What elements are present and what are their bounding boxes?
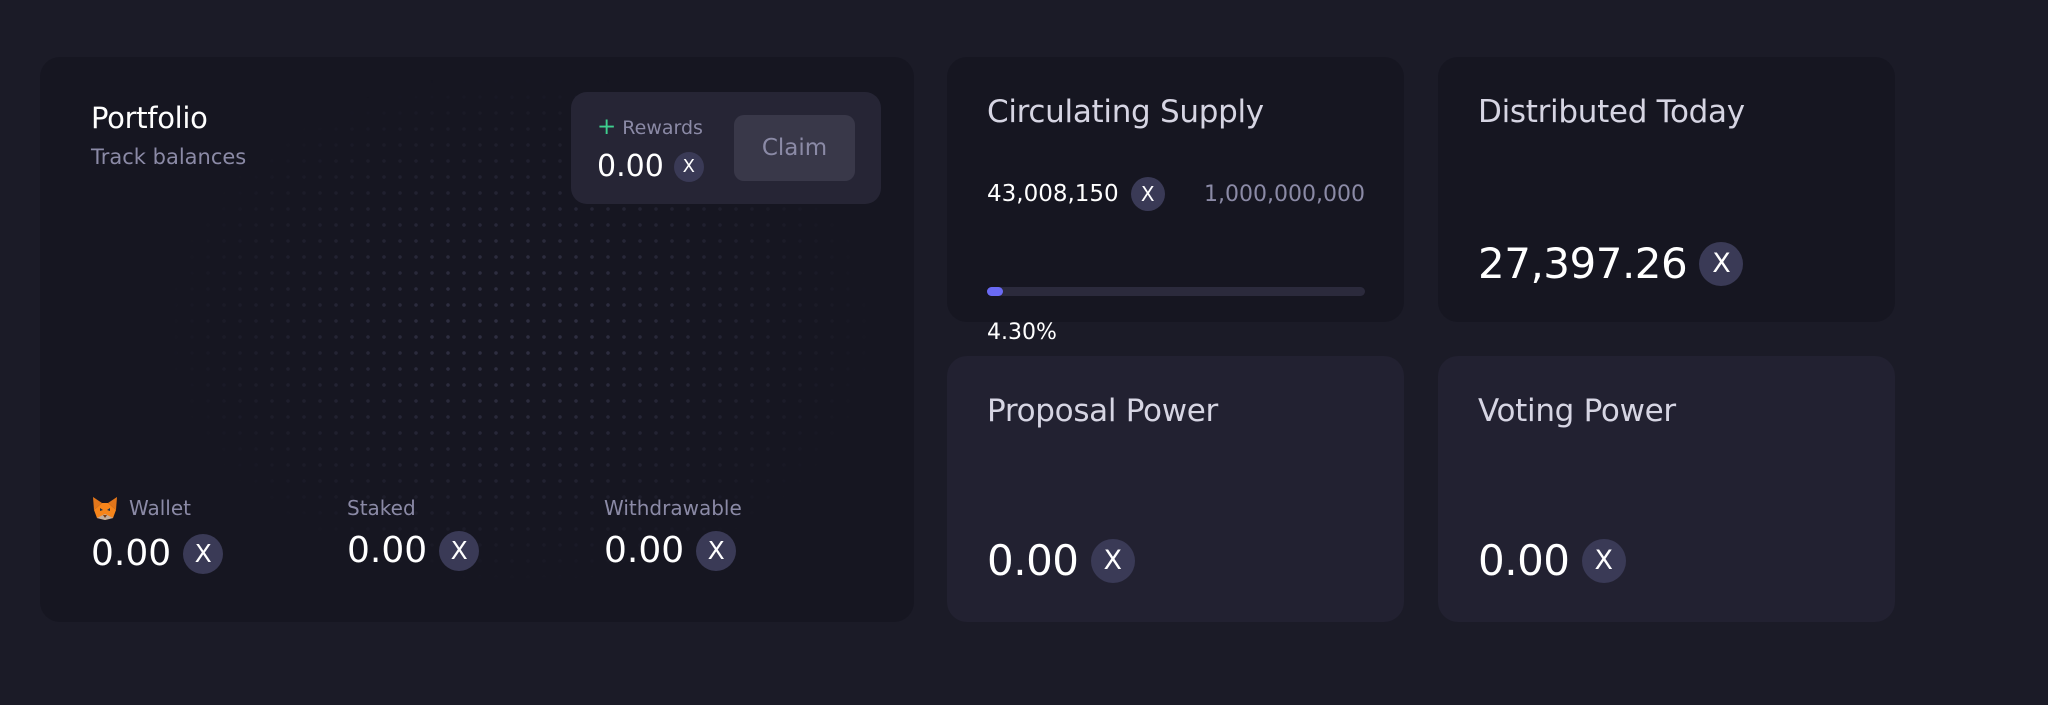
metamask-fox-icon (93, 497, 117, 520)
x-token-icon: X (1699, 241, 1744, 286)
rewards-label: + Rewards (597, 114, 703, 140)
staked-value: 0.00 X (347, 530, 480, 571)
plus-icon: + (597, 114, 617, 140)
x-token-icon: X (1090, 538, 1135, 583)
x-token-icon: X (183, 533, 224, 574)
wallet-value: 0.00 X (91, 533, 224, 574)
supply-progress-fill (987, 287, 1004, 296)
voting-power-card: Voting Power 0.00 X (1438, 356, 1895, 622)
x-token-icon: X (696, 530, 737, 571)
supply-max: 1,000,000,000 (1204, 181, 1365, 207)
distributed-today-value: 27,397.26 X (1478, 239, 1744, 288)
x-token-icon: X (673, 151, 704, 182)
supply-percent: 4.30% (987, 320, 1057, 345)
withdrawable-amount: 0.00 (604, 530, 685, 571)
distributed-today-title: Distributed Today (1478, 94, 1745, 130)
staked-label: Staked (347, 496, 416, 520)
rewards-amount: 0.00 (597, 149, 664, 184)
proposal-power-title: Proposal Power (987, 393, 1218, 429)
wallet-label-text: Wallet (129, 496, 192, 520)
supply-current-amount: 43,008,150 (987, 181, 1119, 207)
withdrawable-value: 0.00 X (604, 530, 742, 571)
rewards-label-text: Rewards (622, 117, 703, 139)
circulating-supply-title: Circulating Supply (987, 94, 1264, 130)
supply-row: 43,008,150 X 1,000,000,000 (987, 177, 1365, 211)
x-token-icon: X (1581, 538, 1626, 583)
voting-power-amount: 0.00 (1478, 536, 1570, 585)
portfolio-card: Portfolio Track balances + Rewards 0.00 X… (40, 57, 914, 622)
distributed-today-card: Distributed Today 27,397.26 X (1438, 57, 1895, 322)
x-token-icon: X (1130, 177, 1165, 211)
distributed-today-amount: 27,397.26 (1478, 239, 1688, 288)
staked-balance: Staked 0.00 X (347, 493, 480, 571)
rewards-value: 0.00 X (597, 149, 704, 184)
withdrawable-balance: Withdrawable 0.00 X (604, 493, 742, 571)
portfolio-title: Portfolio (91, 101, 208, 135)
voting-power-value: 0.00 X (1478, 536, 1626, 585)
withdrawable-label: Withdrawable (604, 496, 742, 520)
portfolio-subtitle: Track balances (91, 145, 247, 169)
staked-amount: 0.00 (347, 530, 428, 571)
proposal-power-value: 0.00 X (987, 536, 1135, 585)
proposal-power-card: Proposal Power 0.00 X (947, 356, 1404, 622)
voting-power-title: Voting Power (1478, 393, 1676, 429)
supply-progress-bar (987, 287, 1365, 296)
wallet-amount: 0.00 (91, 533, 172, 574)
claim-button[interactable]: Claim (734, 115, 855, 181)
supply-current: 43,008,150 X (987, 177, 1165, 211)
proposal-power-amount: 0.00 (987, 536, 1079, 585)
x-token-icon: X (439, 530, 480, 571)
circulating-supply-card: Circulating Supply 43,008,150 X 1,000,00… (947, 57, 1404, 345)
rewards-panel: + Rewards 0.00 X Claim (571, 92, 881, 204)
wallet-balance: Wallet 0.00 X (91, 493, 224, 574)
wallet-label: Wallet (91, 493, 223, 523)
